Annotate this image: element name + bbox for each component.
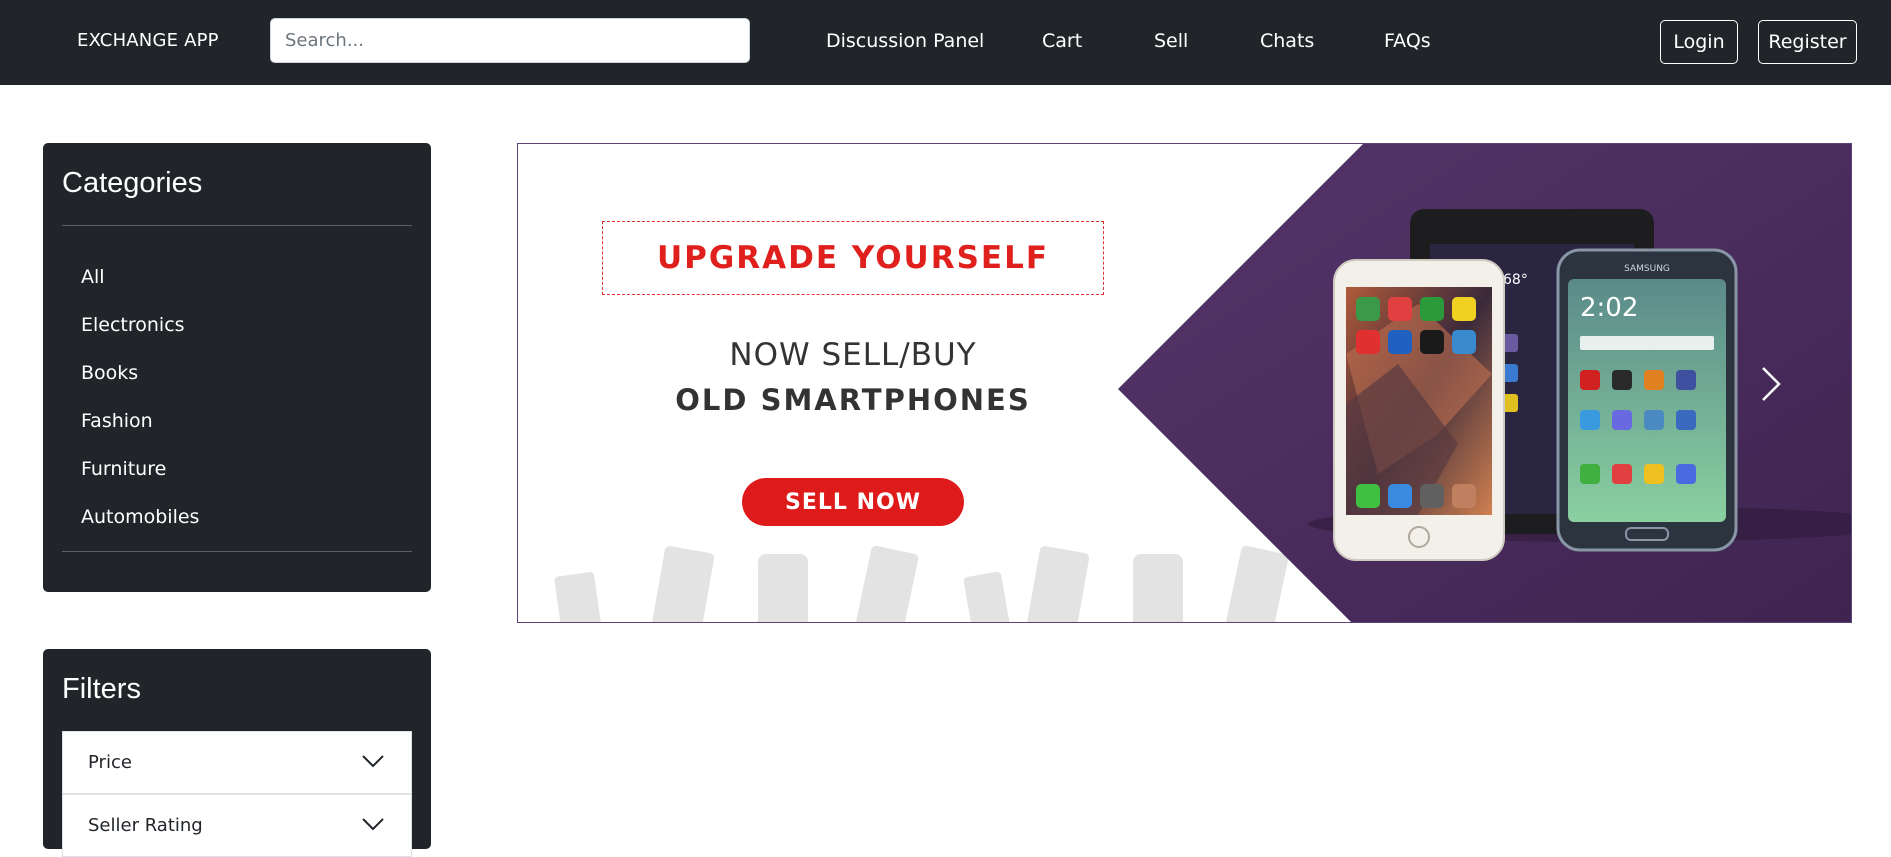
search-input[interactable] xyxy=(270,18,750,63)
headline-box: UPGRADE YOURSELF xyxy=(602,221,1104,295)
category-list: All Electronics Books Fashion Furniture … xyxy=(81,257,199,545)
banner-tagline: OLD SMARTPHONES xyxy=(675,383,1031,417)
nav-link-faqs[interactable]: FAQs xyxy=(1384,30,1431,52)
nav-link-discussion-panel[interactable]: Discussion Panel xyxy=(826,30,984,52)
faded-phones-decoration xyxy=(554,545,1289,622)
chevron-right-icon[interactable] xyxy=(1758,364,1784,404)
banner-subheadline: NOW SELL/BUY xyxy=(729,337,977,373)
nav-link-cart[interactable]: Cart xyxy=(1042,30,1082,52)
category-item-books[interactable]: Books xyxy=(81,353,199,401)
register-button[interactable]: Register xyxy=(1758,20,1857,64)
chevron-down-icon xyxy=(362,818,384,831)
nav-link-sell[interactable]: Sell xyxy=(1154,30,1188,52)
navbar: EXCHANGE APP Discussion Panel Cart Sell … xyxy=(0,0,1891,85)
category-item-fashion[interactable]: Fashion xyxy=(81,401,199,449)
category-item-electronics[interactable]: Electronics xyxy=(81,305,199,353)
filters-card: Filters Price Seller Rating xyxy=(43,649,431,857)
tablet-clock-text: 68° xyxy=(1503,272,1528,288)
chevron-down-icon xyxy=(362,755,384,768)
filter-seller-rating-label: Seller Rating xyxy=(88,815,203,836)
nav-link-chats[interactable]: Chats xyxy=(1260,30,1314,52)
categories-divider-bottom xyxy=(62,551,412,552)
sell-now-button[interactable]: SELL NOW xyxy=(742,478,964,526)
categories-divider-top xyxy=(62,225,412,226)
filter-price-label: Price xyxy=(88,752,132,773)
samsung-brand-text: SAMSUNG xyxy=(1624,264,1670,274)
category-item-furniture[interactable]: Furniture xyxy=(81,449,199,497)
promo-carousel: 68° SAMSUNG 2:02 UPGRADE YOURSELF NOW SE… xyxy=(517,143,1852,623)
brand-logo[interactable]: EXCHANGE APP xyxy=(77,30,219,51)
filter-seller-rating[interactable]: Seller Rating xyxy=(62,794,412,857)
categories-card: Categories All Electronics Books Fashion… xyxy=(43,143,431,592)
categories-title: Categories xyxy=(62,167,203,199)
category-item-all[interactable]: All xyxy=(81,257,199,305)
banner-headline: UPGRADE YOURSELF xyxy=(656,240,1050,276)
category-item-automobiles[interactable]: Automobiles xyxy=(81,497,199,545)
filters-title: Filters xyxy=(62,673,141,705)
samsung-clock-text: 2:02 xyxy=(1580,293,1638,323)
filter-price[interactable]: Price xyxy=(62,731,412,794)
login-button[interactable]: Login xyxy=(1660,20,1738,64)
